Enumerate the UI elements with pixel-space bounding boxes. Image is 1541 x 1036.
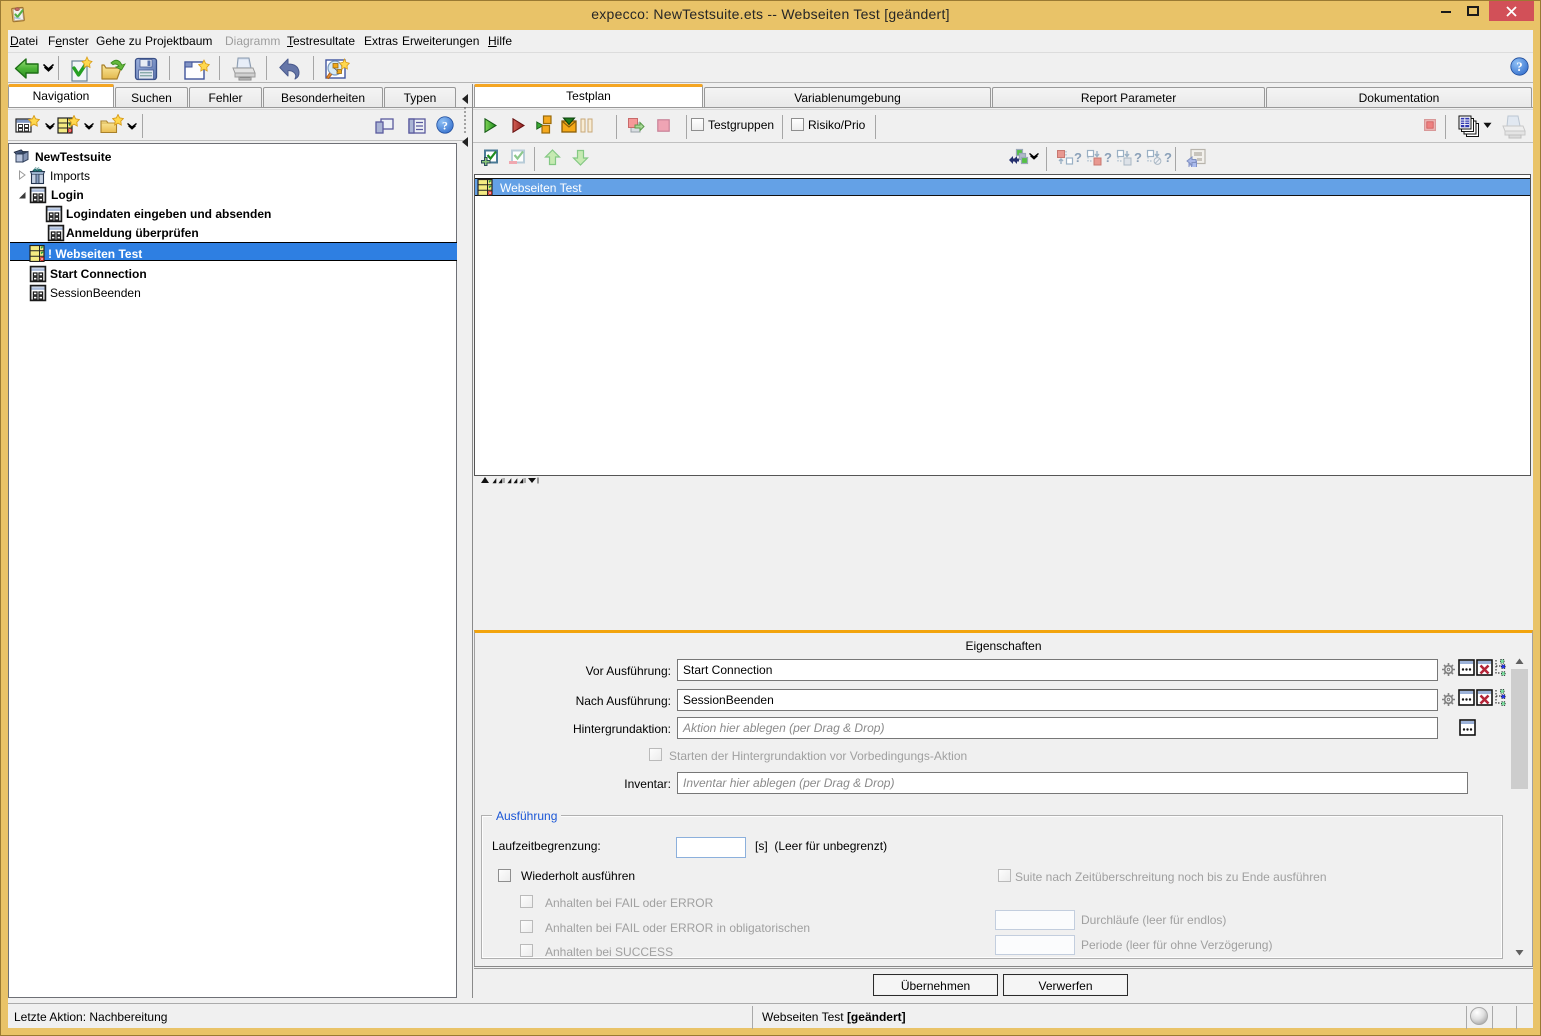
svg-text:?: ? (1074, 150, 1082, 165)
svg-text:?: ? (1134, 150, 1142, 165)
svg-text:66: 66 (34, 167, 40, 173)
svg-text:?: ? (1104, 150, 1112, 165)
svg-text:?: ? (442, 118, 448, 132)
svg-text:?: ? (1516, 60, 1522, 74)
svg-text:?: ? (1164, 150, 1172, 165)
